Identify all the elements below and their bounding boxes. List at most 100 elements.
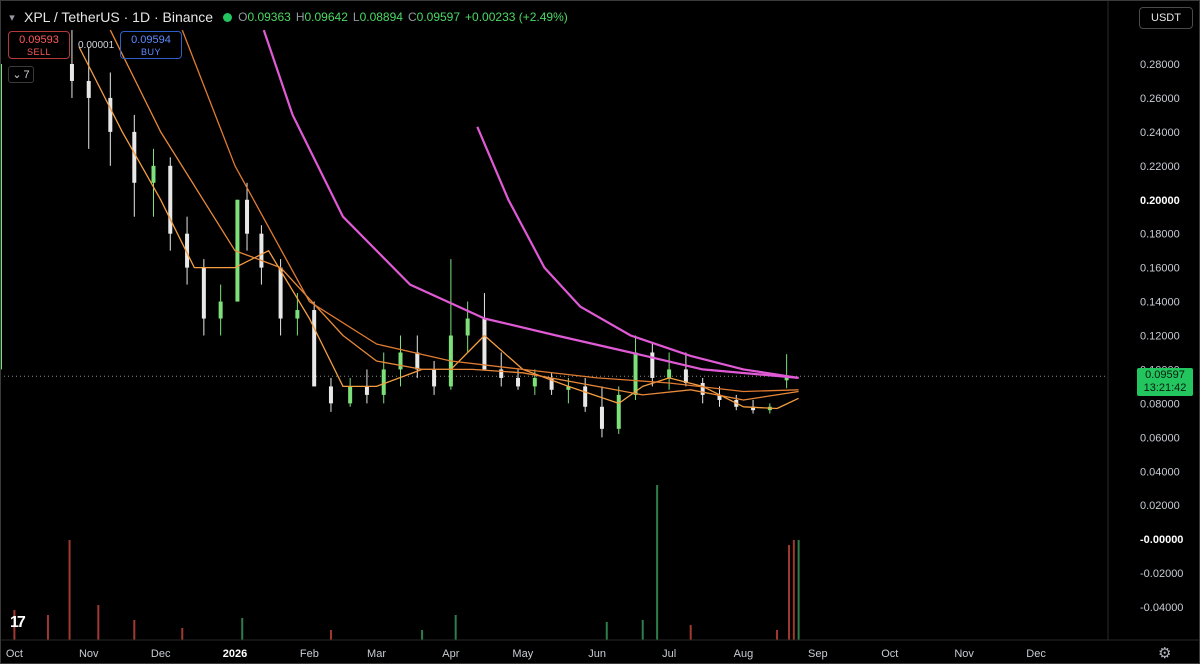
volume-bar bbox=[656, 485, 659, 640]
sell-label: SELL bbox=[26, 47, 52, 57]
volume-bar bbox=[792, 540, 795, 640]
chart-container[interactable]: 0.28000 0.26000 0.24000 0.22000 0.20000 0.180… bbox=[0, 0, 1200, 664]
last-price-tag: 0.09597 13:21:42 bbox=[1137, 368, 1193, 396]
y-tick-label: 0.14000 bbox=[1140, 297, 1180, 309]
buy-button[interactable]: 0.09594 BUY bbox=[120, 31, 182, 59]
sell-button[interactable]: 0.09593 SELL bbox=[8, 31, 70, 59]
sell-price: 0.09593 bbox=[19, 34, 59, 46]
x-tick-label: Nov bbox=[954, 648, 974, 660]
candle-body bbox=[201, 267, 206, 319]
buy-price: 0.09594 bbox=[131, 34, 171, 46]
candle-body bbox=[259, 233, 264, 268]
buy-label: BUY bbox=[140, 47, 161, 57]
price-chart[interactable]: 0.28000 0.26000 0.24000 0.22000 0.20000 0.180… bbox=[0, 0, 1200, 664]
close-value: 0.09597 bbox=[416, 10, 461, 24]
volume-bars bbox=[13, 485, 800, 640]
market-status-dot-icon bbox=[223, 12, 233, 22]
moving-average-line bbox=[476, 126, 799, 379]
indicator-count: 7 bbox=[23, 68, 30, 81]
spread-value: 0.00001 bbox=[78, 40, 115, 51]
volume-bar bbox=[605, 622, 608, 640]
candle-body bbox=[348, 386, 353, 404]
moving-average-line bbox=[181, 29, 799, 393]
candle-body bbox=[245, 199, 250, 234]
y-tick-label: 0.16000 bbox=[1140, 263, 1180, 275]
y-tick-label: -0.02000 bbox=[1140, 568, 1183, 580]
candle-body bbox=[516, 377, 521, 387]
y-tick-label: 0.28000 bbox=[1140, 59, 1180, 71]
x-tick-label: Feb bbox=[300, 648, 319, 660]
open-value: 0.09363 bbox=[247, 10, 291, 24]
volume-bar bbox=[689, 625, 692, 640]
candle-body bbox=[86, 80, 91, 98]
tradingview-logo-icon[interactable]: 17 bbox=[10, 614, 38, 632]
volume-bar bbox=[97, 605, 100, 640]
low-value: 0.08894 bbox=[359, 10, 403, 24]
y-tick-label: 0.26000 bbox=[1140, 93, 1180, 105]
volume-bar bbox=[776, 630, 779, 640]
chevron-down-icon: ⌄ bbox=[12, 69, 22, 81]
last-price: 0.09597 bbox=[1145, 369, 1185, 381]
x-tick-label: Mar bbox=[367, 648, 386, 660]
candle-body bbox=[168, 165, 173, 234]
volume-bar bbox=[181, 628, 184, 640]
volume-bar bbox=[68, 540, 71, 640]
candle-body bbox=[599, 406, 604, 429]
x-tick-label: Oct bbox=[6, 648, 23, 660]
candle-body bbox=[278, 267, 283, 319]
y-tick-label: -0.04000 bbox=[1140, 602, 1183, 614]
candle-body bbox=[328, 386, 333, 404]
candle-body bbox=[465, 318, 470, 336]
candle-body bbox=[364, 386, 369, 395]
settings-gear-icon[interactable]: ⚙ bbox=[1158, 644, 1171, 662]
moving-average-line bbox=[262, 29, 799, 379]
candle-body bbox=[108, 97, 113, 132]
currency-select[interactable]: USDT bbox=[1139, 7, 1193, 29]
candle-body bbox=[381, 369, 386, 395]
volume-bar bbox=[788, 545, 791, 640]
candle-body bbox=[667, 369, 672, 378]
candle-body bbox=[583, 386, 588, 407]
volume-bar bbox=[454, 615, 457, 640]
y-tick-label: 0.06000 bbox=[1140, 432, 1180, 444]
y-tick-label: 0.22000 bbox=[1140, 161, 1180, 173]
high-value: 0.09642 bbox=[304, 10, 348, 24]
candles bbox=[0, 30, 789, 438]
x-tick-label: Dec bbox=[1026, 648, 1046, 660]
y-tick-label: 0.02000 bbox=[1140, 500, 1180, 512]
indicators-toggle[interactable]: ⌄ 7 bbox=[8, 66, 34, 83]
y-tick-label: 0.18000 bbox=[1140, 229, 1180, 241]
x-tick-label: Jun bbox=[588, 648, 606, 660]
ohlc-values: O0.09363 H0.09642 L0.08894 C0.09597 +0.0… bbox=[238, 10, 568, 24]
high-label: H bbox=[295, 10, 305, 24]
candle-body bbox=[482, 318, 487, 370]
y-tick-label: 0.08000 bbox=[1140, 398, 1180, 410]
candle-body bbox=[312, 310, 317, 387]
candle-body bbox=[616, 394, 621, 429]
low-label: L bbox=[352, 10, 360, 24]
volume-bar bbox=[46, 615, 49, 640]
y-tick-label: 0.12000 bbox=[1140, 331, 1180, 343]
y-tick-label: 0.24000 bbox=[1140, 127, 1180, 139]
axes: 0.28000 0.26000 0.24000 0.22000 0.20000 0.180… bbox=[0, 0, 1200, 664]
change-value: +0.00233 (+2.49%) bbox=[465, 10, 568, 24]
y-tick-label: 0.04000 bbox=[1140, 466, 1180, 478]
volume-bar bbox=[421, 630, 424, 640]
moving-average-line bbox=[109, 29, 799, 401]
close-label: C bbox=[407, 10, 417, 24]
symbol-title[interactable]: XPL / TetherUS · 1D · Binance bbox=[24, 9, 213, 25]
x-tick-label: Apr bbox=[442, 648, 459, 660]
symbol-legend: ▾ XPL / TetherUS · 1D · Binance O0.09363… bbox=[6, 6, 568, 28]
candle-body bbox=[69, 64, 74, 81]
x-tick-label: Sep bbox=[808, 648, 828, 660]
x-tick-label: May bbox=[512, 648, 533, 660]
candle-body bbox=[132, 131, 137, 183]
x-tick-label: 2026 bbox=[223, 648, 247, 660]
candle-body bbox=[633, 352, 638, 395]
candle-body bbox=[295, 310, 300, 319]
chevron-down-icon[interactable]: ▾ bbox=[6, 11, 18, 24]
candle-body bbox=[398, 352, 403, 370]
window-border bbox=[0, 0, 1200, 664]
y-tick-label: -0.00000 bbox=[1140, 534, 1183, 546]
candle-body bbox=[415, 352, 420, 370]
